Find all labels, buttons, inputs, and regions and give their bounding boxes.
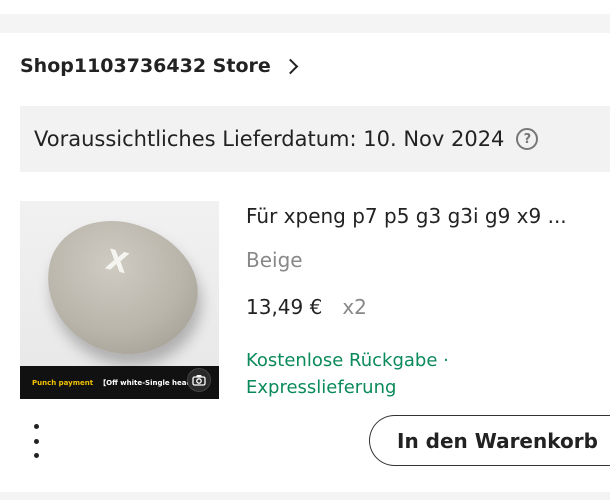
shipping-benefits: Kostenlose Rückgabe · Expresslieferung: [246, 350, 449, 398]
dot: [33, 453, 39, 458]
product-title[interactable]: Für xpeng p7 p5 g3 g3i g9 x9 ...: [246, 204, 596, 228]
product-price: 13,49 €: [246, 295, 323, 319]
store-link[interactable]: Shop1103736432 Store: [20, 50, 299, 82]
store-name: Shop1103736432 Store: [20, 55, 271, 77]
more-vertical-icon[interactable]: [26, 424, 46, 458]
delivery-estimate-banner: Voraussichtliches Lieferdatum: 10. Nov 2…: [20, 106, 610, 172]
caption-highlight: Punch payment: [32, 378, 94, 387]
chevron-right-icon: [282, 58, 299, 74]
top-strip: [0, 0, 610, 14]
pillow-illustration: [32, 206, 212, 370]
product-image[interactable]: X Punch payment 【Off white-Single head r…: [20, 201, 219, 399]
add-to-cart-button[interactable]: In den Warenkorb: [369, 415, 610, 466]
camera-icon[interactable]: [187, 368, 211, 392]
dot: [33, 424, 39, 429]
product-quantity: x2: [342, 295, 367, 319]
question-circle-icon[interactable]: ?: [516, 128, 539, 150]
product-variant: Beige: [246, 248, 303, 272]
dot: [33, 438, 39, 444]
price-row: 13,49 € x2: [246, 295, 367, 319]
bottom-divider: [0, 492, 610, 500]
top-divider: [0, 0, 610, 33]
delivery-date-text: Voraussichtliches Lieferdatum: 10. Nov 2…: [34, 127, 505, 151]
